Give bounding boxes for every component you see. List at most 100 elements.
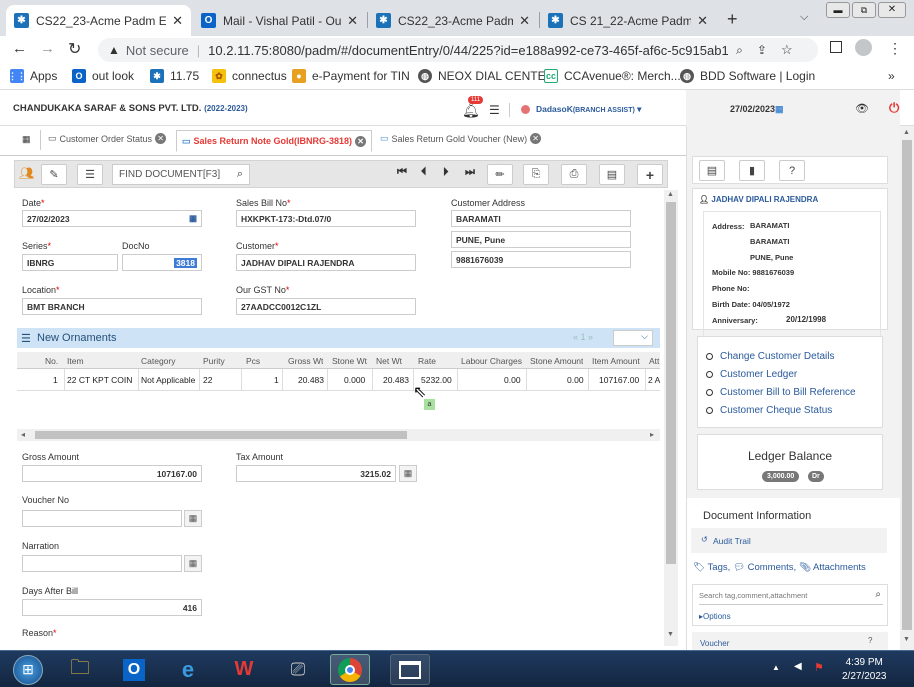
start-button[interactable]: ⊞ <box>8 654 48 685</box>
search-icon[interactable]: ⌕ <box>875 589 881 600</box>
system-clock[interactable]: 4:39 PM 2/27/2023 <box>842 656 887 684</box>
prev-record-icon[interactable]: ⏴ <box>421 166 427 179</box>
customer-field[interactable]: JADHAV DIPALI RAJENDRA <box>236 254 416 271</box>
voucher-no-field[interactable] <box>22 510 182 527</box>
first-record-icon[interactable]: ⏮ <box>397 166 407 179</box>
forward-arrow-icon[interactable]: → <box>40 40 55 57</box>
find-document-input[interactable]: FIND DOCUMENT[F3] ⌕ <box>112 164 250 185</box>
location-field[interactable]: BMT BRANCH <box>22 298 202 315</box>
tags-comments-attachments[interactable]: 🏷︎ Tags, 💬︎ Comments, 📎︎ Attachments <box>693 562 866 573</box>
star-icon[interactable]: ☆ <box>781 42 793 58</box>
tab-customer-order-status[interactable]: ▭ Customer Order Status ✕ <box>48 133 167 144</box>
browser-tab[interactable]: ✱ CS22_23-Acme Padm ERF ✕ <box>368 5 538 36</box>
scroll-thumb[interactable] <box>35 431 407 439</box>
col-att[interactable]: Att <box>649 356 660 366</box>
col-labour-charges[interactable]: Labour Charges <box>461 356 522 366</box>
tags-link[interactable]: Tags, <box>708 562 731 573</box>
scroll-thumb[interactable] <box>902 140 912 630</box>
tab-close-icon[interactable]: ✕ <box>347 13 358 29</box>
scroll-thumb[interactable] <box>666 202 676 564</box>
scroll-down-icon[interactable]: ▼ <box>667 631 674 638</box>
add-button[interactable]: + <box>637 164 663 185</box>
table-row[interactable]: 1 22 CT KPT COIN Not Applicable 22 1 20.… <box>17 369 660 391</box>
col-no[interactable]: No. <box>45 356 58 366</box>
close-tab-icon[interactable]: ✕ <box>530 133 542 144</box>
print-button[interactable]: ⎙ <box>561 164 587 185</box>
reload-icon[interactable]: ↻ <box>68 39 81 59</box>
chrome-taskbar-icon[interactable] <box>330 654 370 685</box>
attachments-link[interactable]: Attachments <box>813 562 866 573</box>
network-app-icon[interactable]: ⎚ <box>278 654 318 685</box>
new-tab-icon[interactable]: + <box>727 9 738 30</box>
back-arrow-icon[interactable]: ← <box>12 40 27 57</box>
window-app-icon[interactable] <box>390 654 430 685</box>
search-tag-input[interactable]: Search tag,comment,attachment ⌕ <box>699 589 883 605</box>
col-item-amount[interactable]: Item Amount <box>592 356 640 366</box>
last-record-icon[interactable]: ⏭ <box>465 166 475 179</box>
days-after-bill-field[interactable]: 416 <box>22 599 202 616</box>
tax-amount-field[interactable]: 3215.02 <box>236 465 396 482</box>
options-link[interactable]: ▸Options <box>699 612 731 621</box>
docno-field[interactable]: 3818 <box>122 254 202 271</box>
menu-icon[interactable]: ☰ <box>489 103 500 117</box>
minimize-icon[interactable]: ▬ <box>826 2 850 18</box>
bookmark-neox[interactable]: ◍ NEOX DIAL CENTER <box>418 69 554 83</box>
search-icon[interactable]: ⌕ <box>237 168 243 181</box>
tray-arrow-icon[interactable]: ▲ <box>772 663 780 672</box>
power-icon[interactable]: ⏻ <box>889 100 899 116</box>
calculator-icon[interactable]: ▦ <box>399 465 417 482</box>
tab-sales-return-gold-voucher[interactable]: ▭ Sales Return Gold Voucher (New) ✕ <box>380 133 542 144</box>
col-rate[interactable]: Rate <box>418 356 436 366</box>
tab-close-icon[interactable]: ✕ <box>519 13 530 29</box>
col-purity[interactable]: Purity <box>203 356 225 366</box>
tab-close-icon[interactable]: ✕ <box>172 13 183 29</box>
list-button[interactable]: ☰ <box>77 164 103 185</box>
tab-search-chevron-icon[interactable]: ⌵ <box>800 11 808 24</box>
page-size-select[interactable]: ⌵ <box>613 330 653 346</box>
col-net-wt[interactable]: Net Wt <box>376 356 402 366</box>
voucher-row[interactable]: Voucher ? <box>692 632 888 650</box>
audit-trail-row[interactable]: ↺ Audit Trail <box>691 528 887 553</box>
eye-slash-icon[interactable]: 👁︎ <box>855 102 869 115</box>
series-field[interactable]: IBNRG <box>22 254 118 271</box>
browser-tab[interactable]: O Mail - Vishal Patil - Outlo ✕ <box>193 5 366 36</box>
sidepanel-icon[interactable] <box>830 41 842 53</box>
address-bar[interactable]: ▲ Not secure | 10.2.11.75:8080/padm/#/do… <box>98 38 818 62</box>
scroll-down-icon[interactable]: ▼ <box>903 636 910 643</box>
col-item[interactable]: Item <box>67 356 84 366</box>
calculator-icon[interactable]: ▦ <box>184 510 202 527</box>
bookmark-ccavenue[interactable]: cc CCAvenue®: Merch... <box>544 69 681 83</box>
customer-cheque-status-link[interactable]: Customer Cheque Status <box>706 405 832 416</box>
col-pcs[interactable]: Pcs <box>246 356 260 366</box>
internet-explorer-icon[interactable]: e <box>168 654 208 685</box>
calendar-icon[interactable]: ▦ <box>189 213 197 224</box>
bookmark-1175[interactable]: ✱ 11.75 <box>150 69 199 83</box>
speaker-icon[interactable]: ◀ <box>794 661 802 672</box>
tab-sales-return-note-gold[interactable]: ▭ Sales Return Note Gold(IBNRG-3818) ✕ <box>176 130 373 152</box>
file-button[interactable]: ▤ <box>599 164 625 185</box>
browser-tab[interactable]: ✱ CS 21_22-Acme Padm ERP ✕ <box>540 5 716 36</box>
col-stone-wt[interactable]: Stone Wt <box>332 356 367 366</box>
edit-button[interactable]: ✎ <box>41 164 67 185</box>
close-window-icon[interactable]: ✕ <box>878 2 906 18</box>
close-tab-icon[interactable]: ✕ <box>355 135 367 147</box>
date-field[interactable]: 27/02/2023 ▦ <box>22 210 202 227</box>
gst-field[interactable]: 27AADCC0012C1ZL <box>236 298 416 315</box>
flag-icon[interactable]: ⚑ <box>814 661 824 674</box>
next-record-icon[interactable]: ⏵ <box>443 166 449 179</box>
col-category[interactable]: Category <box>141 356 176 366</box>
kebab-menu-icon[interactable]: ⋮ <box>888 40 902 57</box>
sales-bill-field[interactable]: HXKPKT-173:-Dtd.07/0 <box>236 210 416 227</box>
restore-icon[interactable]: ⧉ <box>852 2 876 18</box>
wps-office-icon[interactable]: W <box>224 654 264 685</box>
pencil-button[interactable]: ✏ <box>487 164 513 185</box>
bookmark-epayment[interactable]: ● e-Payment for TIN <box>292 69 410 83</box>
comments-link[interactable]: Comments, <box>748 562 797 573</box>
grid-horizontal-scrollbar[interactable]: ◂ ▸ <box>17 429 660 441</box>
tabs-grid-icon[interactable]: ▦ <box>22 134 31 145</box>
change-customer-details-link[interactable]: Change Customer Details <box>706 351 835 362</box>
copy-doc-button[interactable]: ⎘ <box>523 164 549 185</box>
col-gross-wt[interactable]: Gross Wt <box>288 356 323 366</box>
bookmark-bdd[interactable]: ◍ BDD Software | Login <box>680 69 815 83</box>
user-menu[interactable]: DadasoK(BRANCH ASSIST) ▾ <box>536 104 641 115</box>
